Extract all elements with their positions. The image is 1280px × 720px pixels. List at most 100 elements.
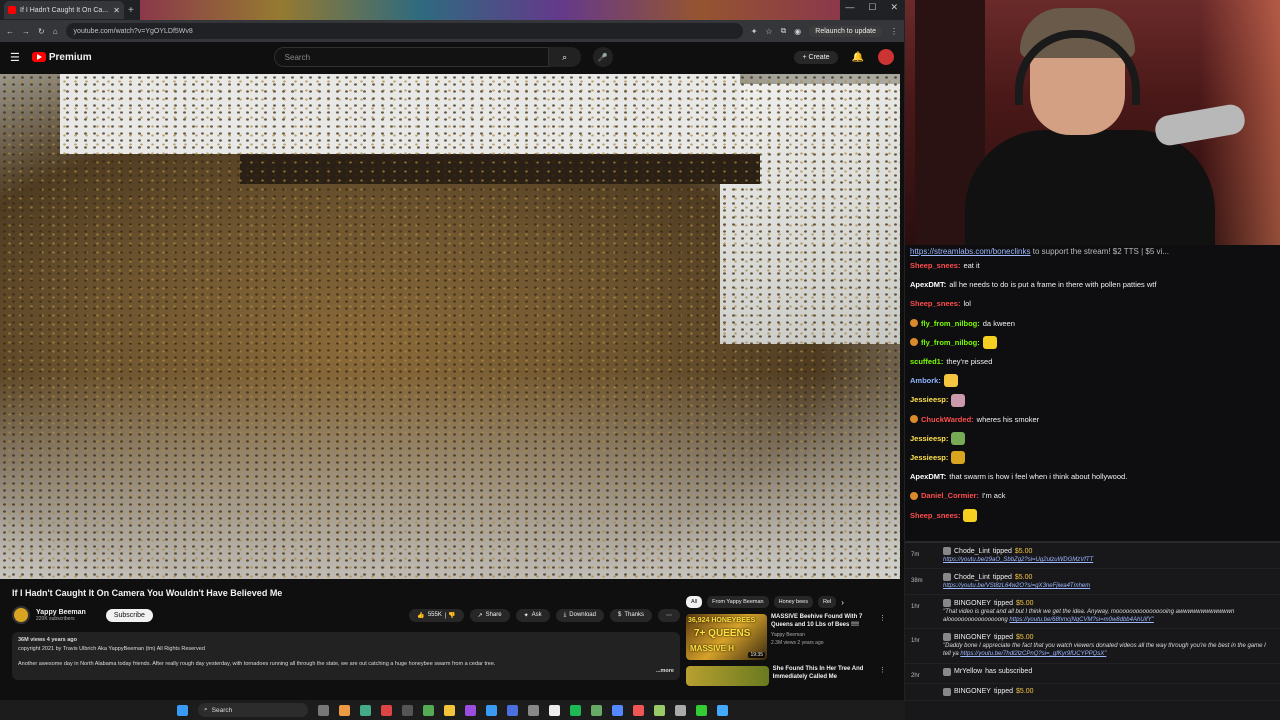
browser-app-icon[interactable]: [339, 704, 350, 716]
related-menu-icon[interactable]: ⋮: [879, 666, 886, 686]
streamlabs-link[interactable]: https://streamlabs.com/boneclinks: [910, 247, 1031, 256]
chat-username[interactable]: fly_from_nilbog:: [921, 333, 980, 352]
home-icon[interactable]: ⌂: [53, 27, 58, 36]
chat-username[interactable]: Ambork:: [910, 371, 941, 390]
event-link[interactable]: https://youtu.be/z9aO_SbbZg2?si=Ug2ulzuW…: [943, 557, 1093, 563]
account-avatar[interactable]: [878, 49, 894, 65]
obs-icon[interactable]: [549, 704, 560, 716]
chip-honey-bees[interactable]: Honey bees: [773, 596, 813, 608]
event-item[interactable]: 7m Chode_Lint tipped $5.00 https://youtu.be/…: [905, 543, 1280, 570]
tab-youtube[interactable]: If I Hadn't Caught It On Ca... ✕: [4, 1, 124, 19]
create-button[interactable]: + Create: [794, 50, 838, 64]
related-title[interactable]: She Found This In Her Tree And Immediate…: [773, 666, 875, 686]
chat-username[interactable]: Sheep_snees:: [910, 506, 960, 525]
event-item[interactable]: 2hr MrYellow has subscribed: [905, 664, 1280, 684]
more-actions-button[interactable]: ⋯: [658, 608, 680, 622]
chat-username[interactable]: ApexDMT:: [910, 467, 946, 486]
thanks-button[interactable]: $ Thanks: [609, 608, 652, 622]
app-icon[interactable]: [507, 704, 518, 716]
ask-button[interactable]: ✦ Ask: [515, 608, 550, 622]
app-icon[interactable]: [486, 704, 497, 716]
chat-username[interactable]: Jessieesp:: [910, 429, 948, 448]
app-icon[interactable]: [675, 704, 686, 716]
event-item[interactable]: 38m Chode_Lint tipped $5.00 https://youtu.be…: [905, 569, 1280, 596]
voice-search-mic-icon[interactable]: 🎤: [592, 47, 613, 67]
description-box[interactable]: 36M views 4 years ago copyright 2021 by …: [12, 632, 680, 680]
chip-all[interactable]: All: [686, 596, 703, 608]
related-video[interactable]: She Found This In Her Tree And Immediate…: [686, 666, 886, 686]
subscribe-button[interactable]: Subscribe: [105, 608, 153, 622]
related-thumbnail[interactable]: 36,924 HONEYBEES 7+ QUEENS MASSIVE H 19:…: [686, 614, 767, 660]
notifications-bell-icon[interactable]: 🔔: [852, 52, 864, 63]
chip-related[interactable]: Rel: [817, 596, 837, 608]
more-link[interactable]: ...more: [656, 667, 674, 676]
tip-icon: [943, 687, 951, 696]
minimize-icon[interactable]: —: [845, 2, 854, 13]
hamburger-menu-icon[interactable]: ☰: [10, 51, 20, 64]
event-time: 7m: [911, 552, 920, 558]
chat-username[interactable]: Sheep_snees:: [910, 294, 960, 313]
chat-username[interactable]: Daniel_Cormier:: [921, 486, 979, 505]
app-icon[interactable]: [465, 704, 476, 716]
close-icon[interactable]: ✕: [113, 6, 120, 15]
channel-avatar[interactable]: [12, 606, 30, 624]
bookmark-star-icon[interactable]: ☆: [765, 27, 772, 36]
video-player[interactable]: [0, 74, 900, 579]
chat-username[interactable]: ChuckWarded:: [921, 410, 974, 429]
event-item[interactable]: 1hr BINGONEY tipped $5.00 "Daddy bone I appr…: [905, 629, 1280, 664]
app-icon[interactable]: [591, 704, 602, 716]
app-icon[interactable]: [696, 704, 707, 716]
app-icon[interactable]: [654, 704, 665, 716]
chip-from-channel[interactable]: From Yappy Beeman: [707, 596, 769, 608]
app-icon[interactable]: [717, 704, 728, 716]
taskbar-search[interactable]: ⌕ Search: [198, 703, 308, 717]
app-icon[interactable]: [423, 704, 434, 716]
forward-icon[interactable]: →: [22, 27, 30, 36]
app-icon[interactable]: [402, 704, 413, 716]
new-tab-icon[interactable]: +: [128, 5, 134, 16]
chat-username[interactable]: Jessieesp:: [910, 390, 948, 409]
menu-dots-icon[interactable]: ⋮: [890, 27, 898, 36]
chat-username[interactable]: ApexDMT:: [910, 275, 946, 294]
profile-icon[interactable]: ◉: [794, 27, 801, 36]
event-item[interactable]: BINGONEY tipped $5.00: [905, 684, 1280, 701]
like-button[interactable]: 👍 555K | 👎: [409, 608, 464, 622]
search-button[interactable]: ⌕: [548, 47, 581, 67]
puzzle-icon[interactable]: ⧉: [781, 26, 787, 36]
related-title[interactable]: MASSIVE Beehive Found With 7 Queens and …: [771, 614, 875, 630]
event-link[interactable]: https://youtu.be/VSt8zL64w2O?si=gX3neFji…: [943, 583, 1090, 589]
app-icon[interactable]: [612, 704, 623, 716]
download-button[interactable]: ⤓ Download: [555, 608, 604, 622]
app-icon[interactable]: [381, 704, 392, 716]
related-thumbnail[interactable]: [686, 666, 769, 686]
chat-username[interactable]: fly_from_nilbog:: [921, 314, 980, 333]
url-field[interactable]: youtube.com/watch?v=YgOYLDf5Wv8: [65, 23, 743, 39]
channel-name[interactable]: Yappy Beeman: [36, 609, 86, 616]
extension-icon[interactable]: ✦: [751, 27, 758, 36]
maximize-icon[interactable]: ☐: [868, 2, 876, 13]
window-close-icon[interactable]: ✕: [890, 2, 898, 13]
youtube-logo[interactable]: Premium: [31, 52, 92, 63]
event-item[interactable]: 1hr BINGONEY tipped $5.00 "That video is gre…: [905, 595, 1280, 630]
app-icon[interactable]: [528, 704, 539, 716]
event-link[interactable]: https://youtu.be/68hmcjNqCVM?si=m0w8dbb4…: [1009, 617, 1153, 623]
app-icon[interactable]: [633, 704, 644, 716]
reload-icon[interactable]: ↻: [38, 27, 45, 36]
chevron-right-icon[interactable]: ›: [841, 598, 844, 607]
spotify-icon[interactable]: [570, 704, 581, 716]
chat-username[interactable]: Jessieesp:: [910, 448, 948, 467]
chrome-icon[interactable]: [360, 704, 371, 716]
back-icon[interactable]: ←: [6, 27, 14, 36]
chat-username[interactable]: scuffed1:: [910, 352, 943, 371]
windows-start-icon[interactable]: [177, 704, 188, 716]
file-explorer-icon[interactable]: [444, 704, 455, 716]
task-view-icon[interactable]: [318, 704, 329, 716]
share-button[interactable]: ↗ Share: [469, 608, 510, 622]
thumbs-down-icon[interactable]: | 👎: [445, 612, 456, 619]
search-input[interactable]: Search: [273, 47, 549, 67]
relaunch-button[interactable]: Relaunch to update: [809, 25, 882, 37]
event-link[interactable]: https://youtu.be/7hdl2lzCPnQ?si=_gfKyr9f…: [960, 651, 1106, 657]
chat-username[interactable]: Sheep_snees:: [910, 256, 960, 275]
related-video[interactable]: 36,924 HONEYBEES 7+ QUEENS MASSIVE H 19:…: [686, 614, 886, 660]
related-menu-icon[interactable]: ⋮: [879, 614, 886, 660]
